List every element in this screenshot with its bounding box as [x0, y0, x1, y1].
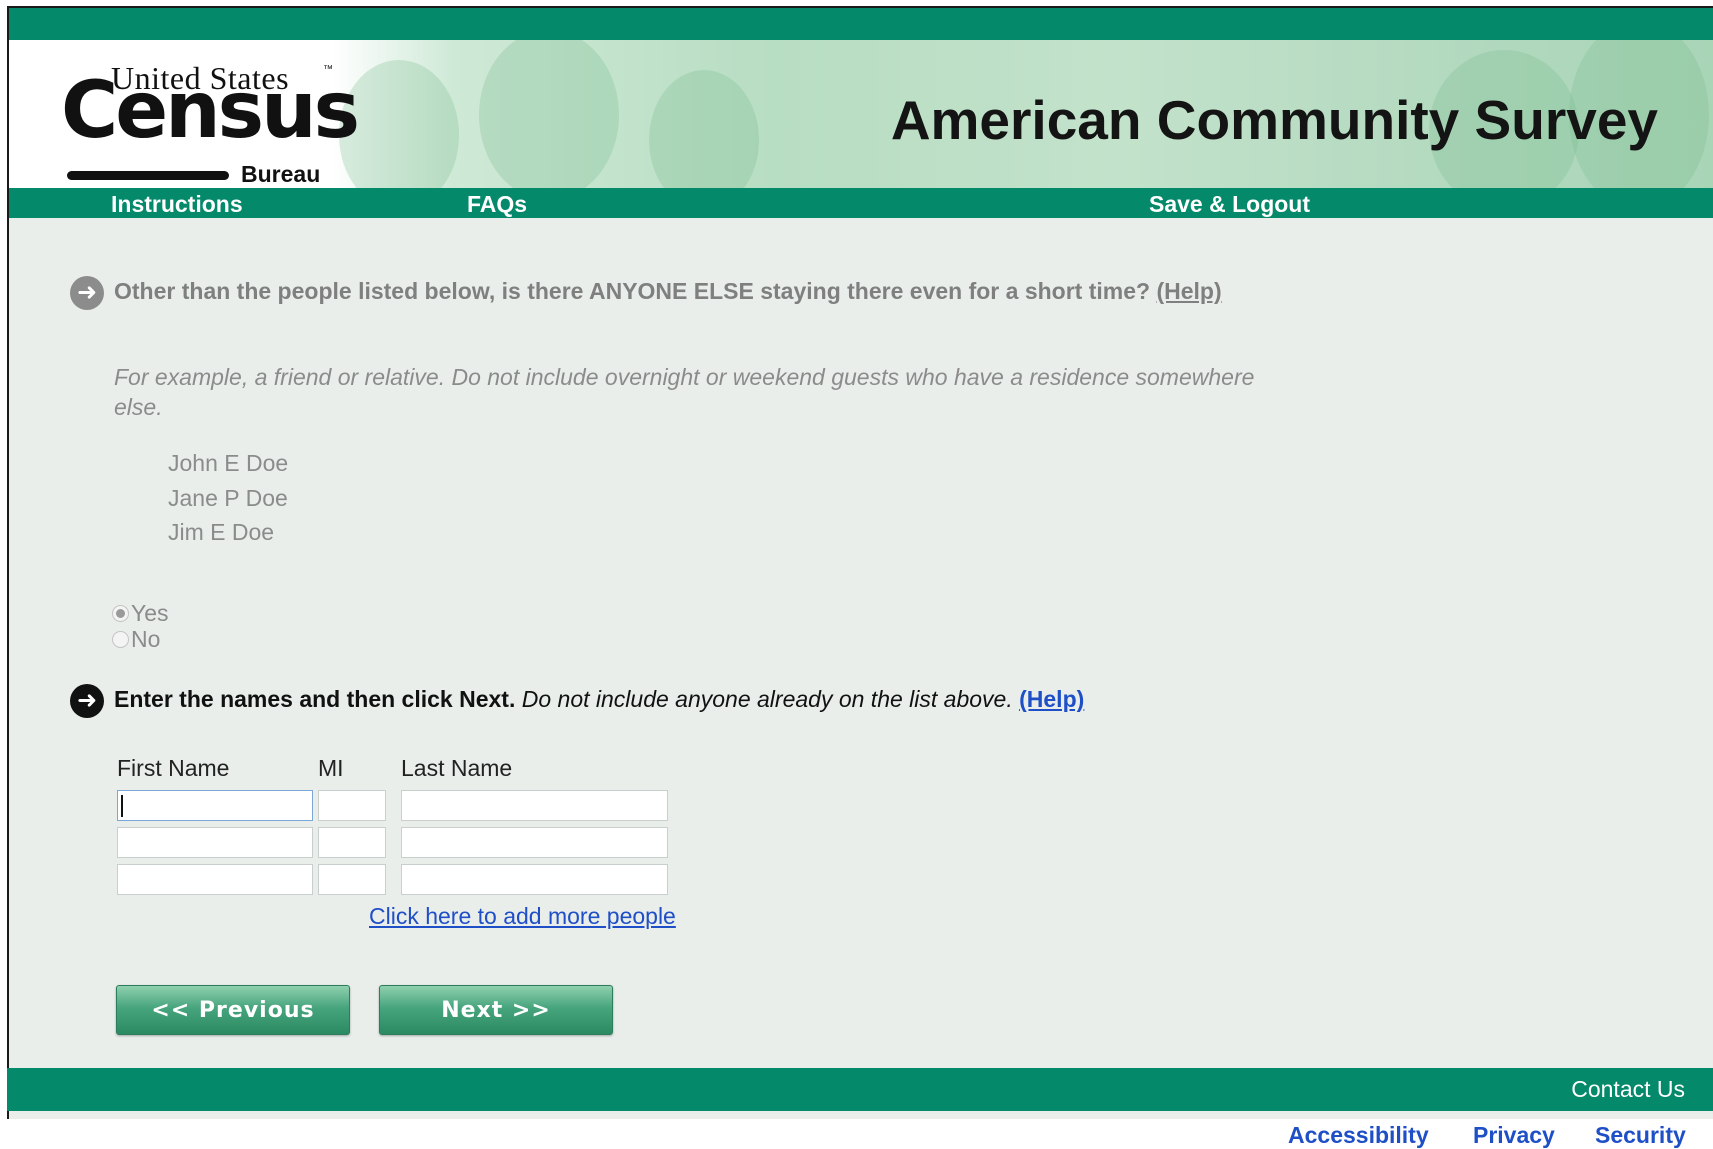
person-list-item: Jim E Doe [168, 519, 275, 545]
radio-selected-dot [116, 609, 125, 618]
column-last-name: Last Name [401, 755, 513, 781]
question-2-help-link[interactable]: (Help) [1019, 686, 1084, 712]
column-mi: MI [318, 755, 344, 781]
logo-census: Census [61, 66, 360, 156]
arrow-right-circle-icon: ➜ [70, 684, 104, 718]
mi-field[interactable] [318, 827, 386, 858]
text-cursor [121, 795, 123, 817]
nav-bar: Instructions FAQs Save & Logout [9, 188, 1713, 218]
mi-field[interactable] [318, 790, 386, 821]
first-name-field[interactable] [117, 864, 313, 895]
nav-instructions[interactable]: Instructions [111, 191, 243, 218]
question-1-text: Other than the people listed below, is t… [114, 278, 1151, 304]
last-name-field[interactable] [401, 790, 668, 821]
option-no-label: No [131, 626, 161, 652]
banner-photo-shape [649, 70, 759, 188]
first-name-field[interactable] [117, 790, 313, 821]
footer-security-link[interactable]: Security [1595, 1122, 1686, 1149]
option-yes-label: Yes [131, 600, 169, 626]
radio-yes[interactable] [112, 605, 129, 622]
radio-no[interactable] [112, 631, 129, 648]
question-1: Other than the people listed below, is t… [114, 276, 1234, 307]
person-list-item: Jane P Doe [168, 485, 288, 511]
nav-faqs[interactable]: FAQs [467, 191, 527, 218]
footer-privacy-link[interactable]: Privacy [1473, 1122, 1555, 1149]
banner-photo-shape [479, 40, 619, 188]
survey-window: United States ™ Census Bureau American C… [7, 6, 1713, 1119]
question-1-help-link[interactable]: (Help) [1156, 278, 1221, 304]
header-banner: United States ™ Census Bureau American C… [9, 40, 1713, 188]
nav-save-logout[interactable]: Save & Logout [1149, 191, 1310, 218]
option-yes[interactable]: Yes [112, 600, 169, 627]
question-2-text: Enter the names and then click Next. [114, 686, 516, 712]
footer-accessibility-link[interactable]: Accessibility [1288, 1122, 1429, 1149]
contact-us-link[interactable]: Contact Us [1571, 1076, 1685, 1103]
next-button[interactable]: Next >> [379, 985, 613, 1035]
question-2: Enter the names and then click Next. Do … [114, 684, 1084, 715]
add-more-people-link[interactable]: Click here to add more people [369, 903, 676, 930]
census-logo: United States ™ Census Bureau [61, 60, 360, 187]
last-name-field[interactable] [401, 864, 668, 895]
column-first-name: First Name [117, 755, 230, 781]
option-no[interactable]: No [112, 626, 160, 653]
top-strip [9, 8, 1713, 40]
logo-bar [67, 171, 229, 180]
question-2-note: Do not include anyone already on the lis… [521, 686, 1013, 712]
first-name-field[interactable] [117, 827, 313, 858]
page-title: American Community Survey [890, 89, 1658, 151]
question-1-instruction: For example, a friend or relative. Do no… [114, 364, 1255, 420]
person-list-item: John E Doe [168, 450, 289, 476]
footer-bar: Contact Us [7, 1068, 1713, 1111]
logo-bureau: Bureau [241, 161, 321, 187]
arrow-right-circle-icon: ➜ [70, 276, 104, 310]
mi-field[interactable] [318, 864, 386, 895]
last-name-field[interactable] [401, 827, 668, 858]
previous-button[interactable]: << Previous [116, 985, 350, 1035]
